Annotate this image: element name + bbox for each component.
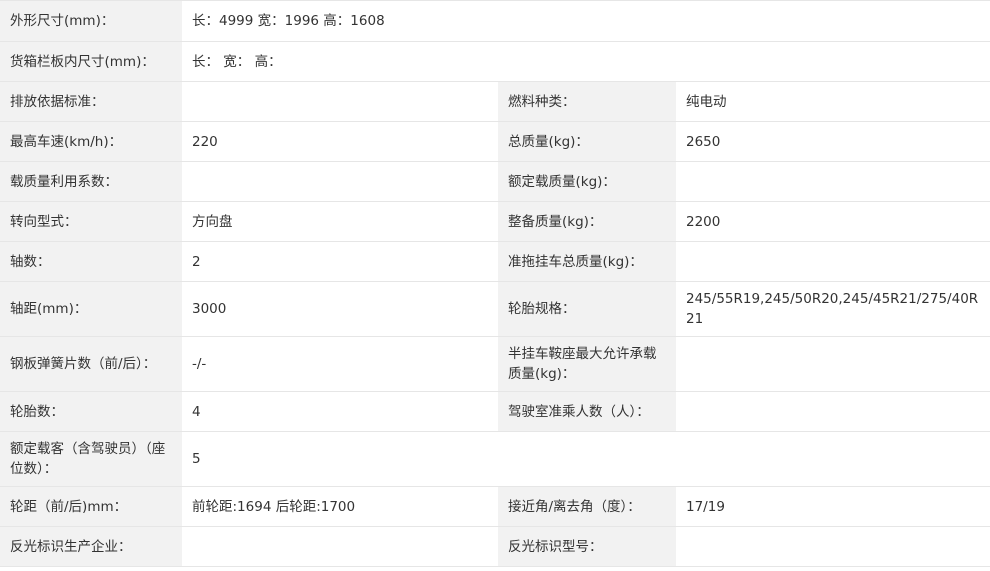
spec-value: 5 <box>182 431 990 487</box>
spec-label: 轮胎数： <box>0 391 182 432</box>
spec-value <box>182 526 498 567</box>
spec-label: 转向型式： <box>0 201 182 242</box>
spec-label: 驾驶室准乘人数（人）： <box>498 391 676 432</box>
spec-row-wheelbase-tires: 轴距(mm)： 3000 轮胎规格： 245/55R19,245/50R20,2… <box>0 281 990 337</box>
spec-value <box>676 336 990 392</box>
spec-label: 轮距（前/后)mm： <box>0 486 182 527</box>
spec-label: 钢板弹簧片数（前/后）： <box>0 336 182 392</box>
spec-value: 2 <box>182 241 498 282</box>
spec-label: 反光标识生产企业： <box>0 526 182 567</box>
spec-label: 轴数： <box>0 241 182 282</box>
spec-label: 货箱栏板内尺寸(mm)： <box>0 41 182 82</box>
spec-row-axles-trailer: 轴数： 2 准拖挂车总质量(kg)： <box>0 241 990 282</box>
spec-row-load-coefficient: 载质量利用系数： 额定载质量(kg)： <box>0 161 990 202</box>
spec-value: 长： 宽： 高： <box>182 41 990 82</box>
spec-value: 前轮距:1694 后轮距:1700 <box>182 486 498 527</box>
spec-label: 最高车速(km/h)： <box>0 121 182 162</box>
spec-value <box>676 241 990 282</box>
spec-label: 反光标识型号： <box>498 526 676 567</box>
spec-label: 轮胎规格： <box>498 281 676 337</box>
spec-value: 纯电动 <box>676 81 990 122</box>
spec-row-reflective-marking: 反光标识生产企业： 反光标识型号： <box>0 526 990 567</box>
spec-value: 长：4999 宽：1996 高：1608 <box>182 0 990 42</box>
spec-value: 方向盘 <box>182 201 498 242</box>
spec-row-leaf-springs-saddle: 钢板弹簧片数（前/后）： -/- 半挂车鞍座最大允许承载质量(kg)： <box>0 336 990 392</box>
spec-label: 总质量(kg)： <box>498 121 676 162</box>
spec-label: 燃料种类： <box>498 81 676 122</box>
spec-value <box>182 161 498 202</box>
vehicle-spec-table: 外形尺寸(mm)： 长：4999 宽：1996 高：1608 货箱栏板内尺寸(m… <box>0 0 990 567</box>
spec-value <box>676 161 990 202</box>
spec-label: 接近角/离去角（度）： <box>498 486 676 527</box>
spec-label: 轴距(mm)： <box>0 281 182 337</box>
spec-label: 外形尺寸(mm)： <box>0 0 182 42</box>
spec-value <box>182 81 498 122</box>
spec-label: 额定载客（含驾驶员）（座位数）： <box>0 431 182 487</box>
spec-label: 额定载质量(kg)： <box>498 161 676 202</box>
spec-row-steering-curb-mass: 转向型式： 方向盘 整备质量(kg)： 2200 <box>0 201 990 242</box>
spec-row-seating: 额定载客（含驾驶员）（座位数）： 5 <box>0 431 990 487</box>
spec-row-track-angles: 轮距（前/后)mm： 前轮距:1694 后轮距:1700 接近角/离去角（度）：… <box>0 486 990 527</box>
spec-value: 2200 <box>676 201 990 242</box>
spec-row-emission-fuel: 排放依据标准： 燃料种类： 纯电动 <box>0 81 990 122</box>
spec-label: 准拖挂车总质量(kg)： <box>498 241 676 282</box>
spec-value <box>676 526 990 567</box>
spec-value: 245/55R19,245/50R20,245/45R21/275/40R21 <box>676 281 990 337</box>
spec-label: 整备质量(kg)： <box>498 201 676 242</box>
spec-label: 载质量利用系数： <box>0 161 182 202</box>
spec-value: 3000 <box>182 281 498 337</box>
spec-label: 半挂车鞍座最大允许承载质量(kg)： <box>498 336 676 392</box>
spec-row-speed-mass: 最高车速(km/h)： 220 总质量(kg)： 2650 <box>0 121 990 162</box>
spec-value: 17/19 <box>676 486 990 527</box>
spec-value: 220 <box>182 121 498 162</box>
spec-value <box>676 391 990 432</box>
spec-row-tire-count-cab: 轮胎数： 4 驾驶室准乘人数（人）： <box>0 391 990 432</box>
spec-row-dimensions: 外形尺寸(mm)： 长：4999 宽：1996 高：1608 <box>0 0 990 42</box>
spec-row-cargo-box-size: 货箱栏板内尺寸(mm)： 长： 宽： 高： <box>0 41 990 82</box>
spec-value: 2650 <box>676 121 990 162</box>
spec-label: 排放依据标准： <box>0 81 182 122</box>
spec-value: -/- <box>182 336 498 392</box>
spec-value: 4 <box>182 391 498 432</box>
